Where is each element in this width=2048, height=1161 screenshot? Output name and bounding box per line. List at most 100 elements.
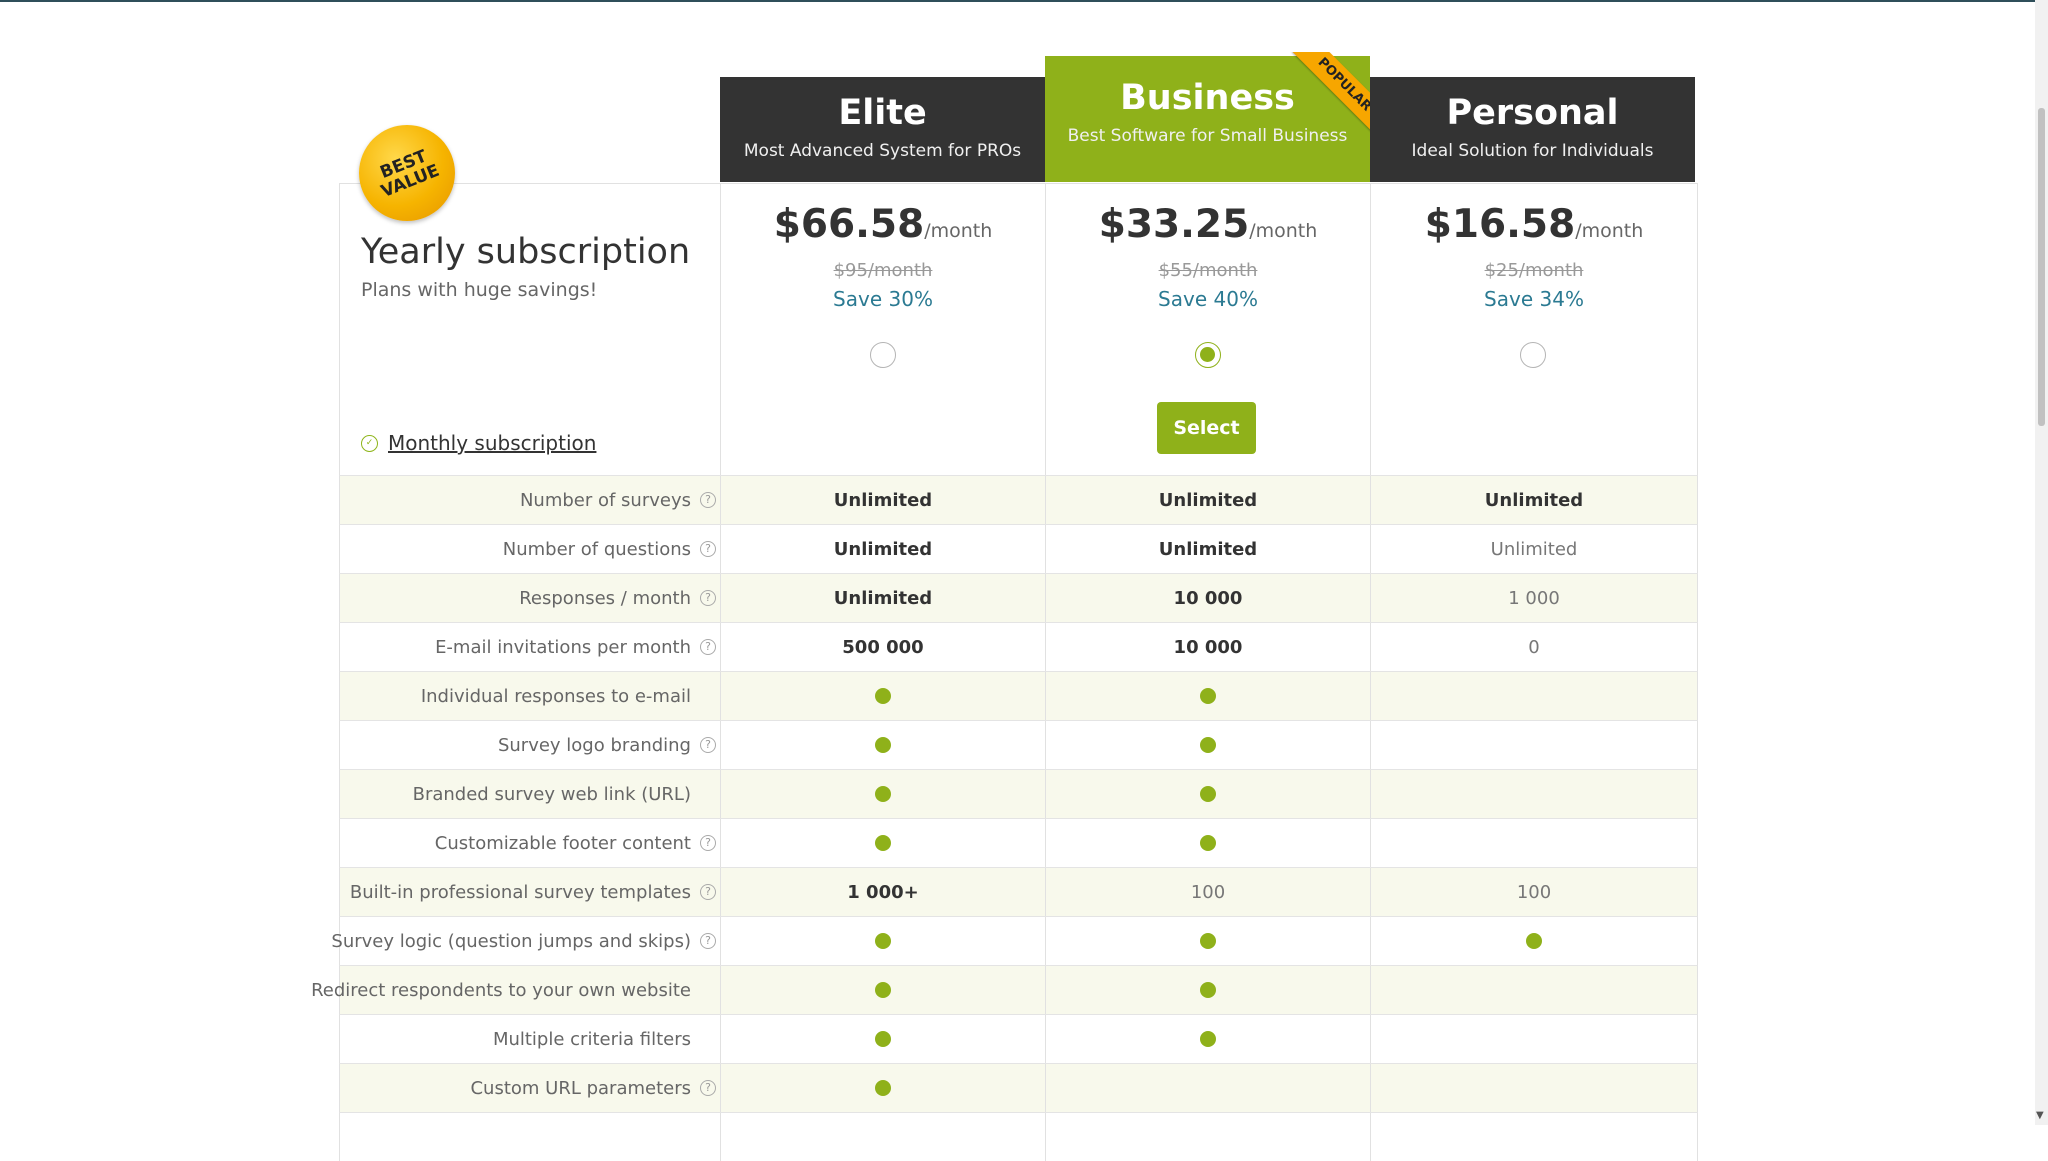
feature-label-cell: Branded survey web link (URL) [340, 770, 720, 818]
plan-header-elite: Elite Most Advanced System for PROs [720, 77, 1045, 182]
popular-ribbon: POPULAR [1290, 52, 1376, 138]
plan-tagline: Ideal Solution for Individuals [1411, 141, 1654, 161]
save-percent: Save 40% [1158, 287, 1258, 311]
pricing-table: BEST VALUE Yearly subscription Plans wit… [311, 0, 1698, 1161]
subscription-info-panel: Yearly subscription Plans with huge savi… [339, 183, 720, 475]
feature-value: Unlimited [1490, 538, 1578, 560]
question-circle-icon[interactable]: ? [700, 541, 716, 557]
feature-label: Number of surveys [519, 489, 691, 511]
feature-value-cell [1370, 770, 1697, 818]
price-line: $66.58/month [721, 202, 1045, 247]
feature-value: 10 000 [1173, 636, 1243, 658]
question-circle-icon[interactable]: ? [700, 639, 716, 655]
feature-label-cell: Custom URL parameters? [340, 1064, 720, 1112]
feature-label-cell: Number of surveys? [340, 476, 720, 524]
feature-value-cell [720, 770, 1045, 818]
popular-ribbon-label: POPULAR [1292, 52, 1376, 137]
plan-radio-business[interactable] [1195, 342, 1221, 368]
plan-tagline: Most Advanced System for PROs [743, 141, 1022, 161]
feature-value-cell [1370, 1015, 1697, 1063]
feature-value-cell: Unlimited [1370, 525, 1697, 573]
feature-label-cell: Built-in professional survey templates? [340, 868, 720, 916]
subscription-title: Yearly subscription [361, 232, 691, 272]
feature-label: Number of questions [502, 538, 691, 560]
feature-row: Responses / month? Unlimited 10 000 1 000 [339, 573, 1698, 622]
feature-row: Branded survey web link (URL) [339, 769, 1698, 818]
green-dot-icon [1200, 688, 1216, 704]
question-circle-icon[interactable]: ? [700, 884, 716, 900]
feature-row [339, 1112, 1698, 1161]
feature-label: Redirect respondents to your own website [311, 979, 691, 1001]
feature-value-cell: 500 000 [720, 623, 1045, 671]
plan-price-elite: $66.58/month $95/month Save 30% [720, 183, 1045, 475]
feature-value-cell: 10 000 [1045, 623, 1370, 671]
feature-value: Unlimited [1158, 489, 1258, 511]
feature-label-cell: Individual responses to e-mail [340, 672, 720, 720]
feature-row: Redirect respondents to your own website [311, 965, 1698, 1014]
monthly-subscription-link[interactable]: ✓ Monthly subscription [361, 431, 596, 455]
page-scrollbar[interactable]: ▼ [2035, 0, 2048, 1125]
green-dot-icon [875, 1080, 891, 1096]
feature-label: Custom URL parameters [470, 1077, 691, 1099]
feature-value-cell: 100 [1370, 868, 1697, 916]
feature-value: 1 000+ [847, 881, 919, 903]
feature-value: Unlimited [833, 587, 933, 609]
feature-value-cell: Unlimited [1370, 476, 1697, 524]
price-line: $16.58/month [1371, 202, 1697, 247]
green-dot-icon [875, 835, 891, 851]
plan-header-personal: Personal Ideal Solution for Individuals [1370, 77, 1695, 182]
feature-label: Customizable footer content [434, 832, 691, 854]
price-unit: /month [924, 220, 993, 242]
green-dot-icon [1200, 786, 1216, 802]
feature-value: 500 000 [842, 636, 924, 658]
feature-value: Unlimited [833, 489, 933, 511]
feature-value-cell [1045, 1113, 1370, 1161]
feature-value-cell [720, 672, 1045, 720]
old-price: $95/month [833, 260, 933, 281]
scrollbar-thumb[interactable] [2038, 108, 2045, 426]
feature-value-cell [1370, 917, 1697, 965]
save-percent: Save 34% [1484, 287, 1584, 311]
question-circle-icon[interactable]: ? [700, 835, 716, 851]
green-dot-icon [1200, 982, 1216, 998]
feature-label: Survey logic (question jumps and skips) [331, 930, 691, 952]
green-dot-icon [875, 933, 891, 949]
save-percent: Save 30% [833, 287, 933, 311]
question-circle-icon[interactable]: ? [700, 737, 716, 753]
monthly-subscription-label[interactable]: Monthly subscription [388, 431, 596, 455]
plan-name: Elite [838, 93, 927, 133]
question-circle-icon[interactable]: ? [700, 1080, 716, 1096]
select-button[interactable]: Select [1157, 402, 1256, 454]
green-dot-icon [1200, 835, 1216, 851]
feature-value-cell [1370, 966, 1697, 1014]
feature-value-cell [1045, 721, 1370, 769]
scroll-down-arrow-icon[interactable]: ▼ [2036, 1111, 2044, 1121]
feature-label: Built-in professional survey templates [349, 881, 691, 903]
feature-value: 100 [1190, 881, 1226, 903]
feature-row: Survey logo branding? [339, 720, 1698, 769]
feature-value-cell [720, 966, 1045, 1014]
feature-value-cell [1045, 770, 1370, 818]
feature-value-cell [1370, 819, 1697, 867]
old-price: $55/month [1158, 260, 1258, 281]
question-circle-icon[interactable]: ? [700, 492, 716, 508]
feature-value-cell [1370, 1064, 1697, 1112]
feature-value-cell [720, 1015, 1045, 1063]
feature-value-cell: 10 000 [1045, 574, 1370, 622]
feature-label: Multiple criteria filters [492, 1028, 691, 1050]
feature-value-cell [720, 1064, 1045, 1112]
green-dot-icon [875, 982, 891, 998]
feature-value-cell [1045, 672, 1370, 720]
plan-radio-elite[interactable] [870, 342, 896, 368]
feature-label-cell: Redirect respondents to your own website [311, 966, 720, 1014]
feature-value: Unlimited [1484, 489, 1584, 511]
feature-row: Individual responses to e-mail [339, 671, 1698, 720]
green-dot-icon [875, 688, 891, 704]
question-circle-icon[interactable]: ? [700, 590, 716, 606]
subscription-subtitle: Plans with huge savings! [361, 279, 598, 301]
green-dot-icon [875, 786, 891, 802]
plan-price-business: $33.25/month $55/month Save 40% Select [1045, 183, 1370, 475]
feature-value: Unlimited [833, 538, 933, 560]
question-circle-icon[interactable]: ? [700, 933, 716, 949]
plan-radio-personal[interactable] [1520, 342, 1546, 368]
